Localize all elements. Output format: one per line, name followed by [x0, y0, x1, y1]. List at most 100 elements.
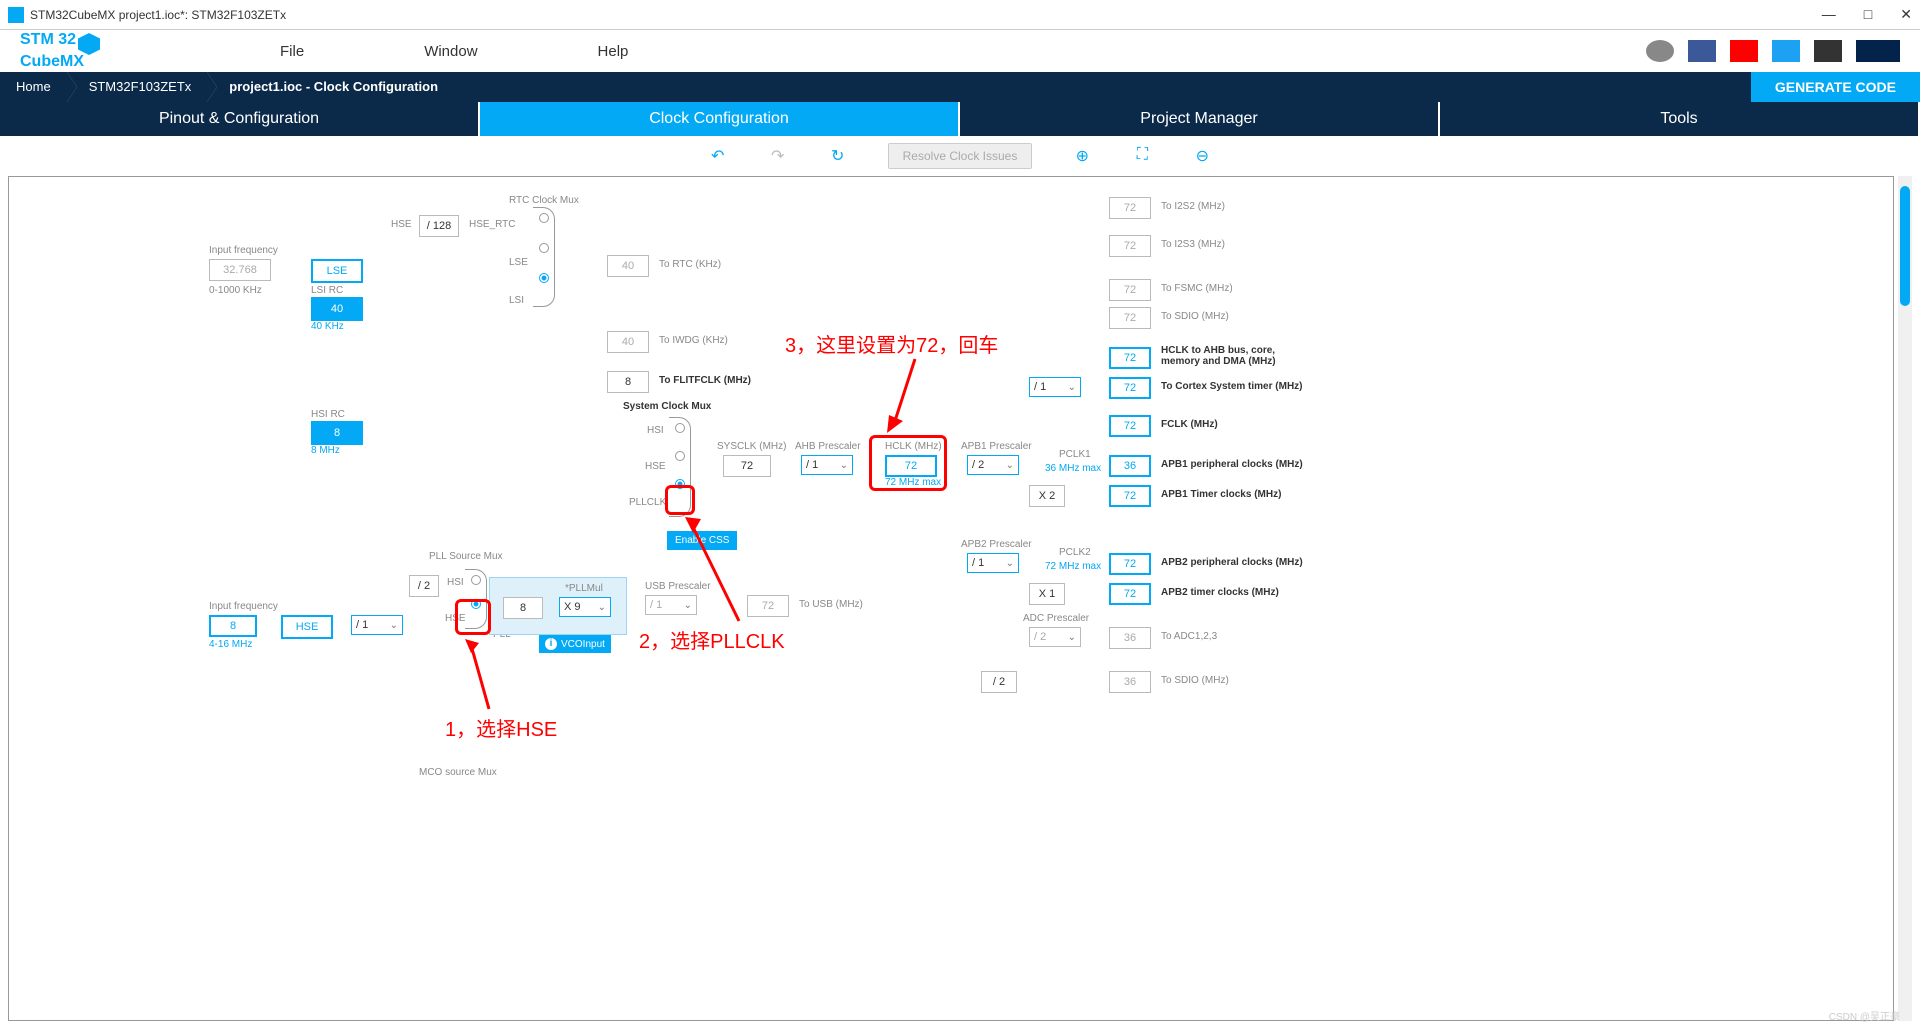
hse-box[interactable]: HSE [281, 615, 333, 639]
refresh-icon[interactable]: ↻ [828, 146, 848, 166]
pll-source-mux[interactable] [465, 569, 487, 629]
usb-value: 72 [747, 595, 789, 617]
undo-icon[interactable]: ↶ [708, 146, 728, 166]
scrollbar-thumb[interactable] [1900, 186, 1910, 306]
maximize-button[interactable]: □ [1864, 6, 1872, 23]
crumb-file[interactable]: project1.ioc - Clock Configuration [207, 72, 454, 102]
pllmul-select[interactable]: X 9 [559, 597, 611, 617]
zoom-in-icon[interactable]: ⊕ [1072, 146, 1092, 166]
adc-label: To ADC1,2,3 [1161, 631, 1217, 642]
sys-radio-hse[interactable] [675, 451, 685, 461]
vertical-scrollbar[interactable] [1898, 176, 1912, 1021]
ahbout-value: 72 [1109, 347, 1151, 369]
pclk2-label: PCLK2 [1059, 547, 1091, 558]
rtc-radio-lse[interactable] [539, 243, 549, 253]
lse-input-label: Input frequency [209, 245, 278, 256]
menu-file[interactable]: File [280, 43, 304, 60]
enable-css-button[interactable]: Enable CSS [667, 531, 737, 550]
apb2-prescaler[interactable]: / 1 [967, 553, 1019, 573]
flitf-label: To FLITFCLK (MHz) [659, 375, 751, 386]
rtc-out-label: To RTC (KHz) [659, 259, 721, 270]
pclk1-max: 36 MHz max [1045, 463, 1101, 474]
lse-box[interactable]: LSE [311, 259, 363, 283]
fit-icon[interactable]: ⛶ [1132, 146, 1152, 166]
ahb-prescaler[interactable]: / 1 [801, 455, 853, 475]
system-clock-mux[interactable] [669, 417, 691, 517]
sysclk-label: SYSCLK (MHz) [717, 441, 786, 452]
tab-pinout[interactable]: Pinout & Configuration [0, 102, 480, 136]
fsmc-value: 72 [1109, 279, 1151, 301]
rtc-lsi-label: LSI [509, 295, 524, 306]
hse-divider[interactable]: / 1 [351, 615, 403, 635]
rtc-mux[interactable] [533, 207, 555, 307]
pll-hsi-label: HSI [447, 577, 464, 588]
tab-clock[interactable]: Clock Configuration [480, 102, 960, 136]
rtc-div128: / 128 [419, 215, 459, 237]
menu-help[interactable]: Help [598, 43, 629, 60]
sys-radio-hsi[interactable] [675, 423, 685, 433]
clock-diagram[interactable]: Input frequency 32.768 0-1000 KHz LSE LS… [8, 176, 1894, 1021]
apb1t-label: APB1 Timer clocks (MHz) [1161, 489, 1281, 500]
ahbout-label: HCLK to AHB bus, core, memory and DMA (M… [1161, 345, 1301, 367]
resolve-clock-button: Resolve Clock Issues [888, 143, 1033, 169]
apb2p-label: APB2 peripheral clocks (MHz) [1161, 557, 1303, 568]
app-icon [8, 7, 24, 23]
close-button[interactable]: ✕ [1900, 6, 1912, 23]
zoom-out-icon[interactable]: ⊖ [1192, 146, 1212, 166]
minimize-button[interactable]: — [1822, 6, 1836, 23]
cortex-label: To Cortex System timer (MHz) [1161, 381, 1303, 392]
crumb-chip[interactable]: STM32F103ZETx [67, 72, 208, 102]
sysmux-hse: HSE [645, 461, 666, 472]
community-icon[interactable] [1814, 40, 1842, 62]
annotation-text-2: 2，选择PLLCLK [639, 625, 785, 654]
usb-pre-label: USB Prescaler [645, 581, 711, 592]
usb-prescaler[interactable]: / 1 [645, 595, 697, 615]
sys-radio-pllclk[interactable] [675, 479, 685, 489]
apb1-label: APB1 Prescaler [961, 441, 1032, 452]
apb2p-value: 72 [1109, 553, 1151, 575]
twitter-icon[interactable] [1772, 40, 1800, 62]
usb-label: To USB (MHz) [799, 599, 863, 610]
adc-prescaler[interactable]: / 2 [1029, 627, 1081, 647]
facebook-icon[interactable] [1688, 40, 1716, 62]
lsi-value: 40 [311, 297, 363, 321]
sdio2-label: To SDIO (MHz) [1161, 675, 1229, 686]
main-tabs: Pinout & Configuration Clock Configurati… [0, 102, 1920, 136]
hse-range: 4-16 MHz [209, 639, 252, 650]
tab-project[interactable]: Project Manager [960, 102, 1440, 136]
apb1t-value: 72 [1109, 485, 1151, 507]
rtc-mux-label: RTC Clock Mux [509, 195, 579, 206]
st-logo-icon[interactable] [1856, 40, 1900, 62]
i2s2-label: To I2S2 (MHz) [1161, 201, 1225, 212]
pll-in-value: 8 [503, 597, 543, 619]
pll-radio-hse[interactable] [471, 599, 481, 609]
youtube-icon[interactable] [1730, 40, 1758, 62]
app-logo: STM 32CubeMX [20, 33, 100, 69]
pllmul-label: *PLLMul [565, 583, 603, 594]
sysmux-label: System Clock Mux [623, 401, 711, 412]
pll-hse-label: HSE [445, 613, 466, 624]
mco-label: MCO source Mux [419, 767, 497, 778]
rtc-radio-hse[interactable] [539, 213, 549, 223]
hclk-value[interactable]: 72 [885, 455, 937, 477]
sysmux-hsi: HSI [647, 425, 664, 436]
hse-input-value[interactable]: 8 [209, 615, 257, 637]
lse-range: 0-1000 KHz [209, 285, 262, 296]
fclk-value: 72 [1109, 415, 1151, 437]
tab-tools[interactable]: Tools [1440, 102, 1920, 136]
window-controls: — □ ✕ [1822, 6, 1912, 23]
sdio1-value: 72 [1109, 307, 1151, 329]
fclk-label: FCLK (MHz) [1161, 419, 1218, 430]
rtc-radio-lsi[interactable] [539, 273, 549, 283]
sdio1-label: To SDIO (MHz) [1161, 311, 1229, 322]
generate-code-button[interactable]: GENERATE CODE [1751, 72, 1920, 102]
cortex-pre[interactable]: / 1 [1029, 377, 1081, 397]
menu-window[interactable]: Window [424, 43, 477, 60]
pll-radio-hsi[interactable] [471, 575, 481, 585]
apb1-prescaler[interactable]: / 2 [967, 455, 1019, 475]
crumb-home[interactable]: Home [0, 72, 67, 102]
pclk2-max: 72 MHz max [1045, 561, 1101, 572]
rtc-hsertc: HSE_RTC [469, 219, 516, 230]
hsirc-label: HSI RC [311, 409, 345, 420]
lse-input-value[interactable]: 32.768 [209, 259, 271, 281]
